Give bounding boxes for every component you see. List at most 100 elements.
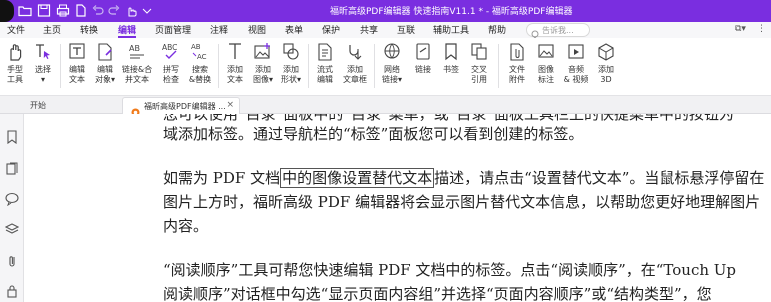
spell-check-button[interactable]: ABC 拼写 检查	[158, 41, 184, 93]
new-doc-icon[interactable]	[74, 3, 88, 18]
menu-view[interactable]: 视图	[248, 23, 266, 36]
add-article-box-button[interactable]: 添加 文章框	[340, 41, 370, 93]
flow-edit-icon	[315, 41, 335, 63]
menu-file[interactable]: 文件	[7, 23, 25, 36]
audio-video-button[interactable]: 音频 & 视频	[562, 41, 590, 93]
ribbon-separator	[60, 44, 61, 88]
app-window: 福昕高级PDF编辑器 快速指南V11.1 * - 福昕高级PDF编辑器 文件 主…	[0, 0, 771, 302]
menu-connect[interactable]: 互联	[397, 23, 415, 36]
select-text-icon	[33, 41, 53, 63]
bookmark-icon	[441, 41, 461, 63]
close-icon[interactable]: ×	[226, 100, 234, 110]
file-attachment-icon	[507, 41, 527, 63]
menu-edit[interactable]: 编辑	[118, 23, 136, 36]
hand-tool-button[interactable]: 手型 工具	[2, 41, 28, 93]
search-placeholder: 告诉我...	[542, 26, 574, 35]
ribbon-separator	[308, 44, 309, 88]
menu-bar: 文件 主页 转换 编辑 页面管理 注释 视图 表单 保护 共享 互联 辅助工具 …	[0, 22, 771, 39]
app-logo[interactable]	[0, 0, 14, 22]
web-link-icon	[382, 41, 402, 63]
bookmark-button[interactable]: 书签	[438, 41, 464, 93]
lightbulb-icon	[530, 25, 540, 39]
cross-reference-icon	[469, 41, 489, 63]
edit-text-icon	[67, 41, 87, 63]
navigation-panel	[0, 114, 24, 302]
search-replace-button[interactable]: AB AC 搜索 &替换	[186, 41, 214, 93]
menu-comment[interactable]: 注释	[210, 23, 228, 36]
add-image-icon	[253, 41, 273, 63]
paragraph-line: 内容。	[163, 217, 209, 235]
menu-protect[interactable]: 保护	[322, 23, 340, 36]
svg-text:AC: AC	[197, 53, 207, 61]
select-tool-button[interactable]: 选择 ▾	[30, 41, 56, 93]
selected-text-box[interactable]: 中的图像设置替代文本	[280, 168, 435, 188]
image-annotation-icon	[536, 41, 556, 63]
search-input[interactable]: 告诉我...	[526, 23, 590, 39]
menu-page-management[interactable]: 页面管理	[155, 23, 191, 36]
spell-check-icon: ABC	[161, 41, 181, 63]
add-text-button[interactable]: 添加 文本	[222, 41, 248, 93]
audio-video-icon	[566, 41, 586, 63]
dropdown-icon[interactable]	[140, 3, 154, 18]
document-tab-strip: 开始 福昕高级PDF编辑器 ... ×	[0, 96, 771, 117]
menu-help[interactable]: 帮助	[488, 23, 506, 36]
web-link-button[interactable]: 网络 链接▾	[378, 41, 406, 93]
paragraph-line: 图片上方时，福昕高级 PDF 编辑器将会显示图片替代文本信息，以帮助您更好地理解…	[163, 193, 761, 211]
edit-object-button[interactable]: 编辑 对象▾	[92, 41, 118, 93]
ribbon-separator	[498, 44, 499, 88]
ribbon-toolbar: 手型 工具 选择 ▾ 编辑 文本 编辑 对象▾ AB 链接&合 并文本 ABC …	[0, 38, 771, 96]
menu-share[interactable]: 共享	[360, 23, 378, 36]
edit-text-button[interactable]: 编辑 文本	[64, 41, 90, 93]
cross-reference-button[interactable]: 交叉 引用	[466, 41, 492, 93]
menu-home[interactable]: 主页	[43, 23, 61, 36]
save-icon[interactable]	[37, 3, 51, 18]
ribbon-separator	[218, 44, 219, 88]
collapse-ribbon-icon[interactable]: ⧉▾	[735, 24, 746, 34]
hand-icon	[5, 41, 25, 63]
add-text-icon	[225, 41, 245, 63]
add-shape-button[interactable]: 添加 形状▾	[278, 41, 304, 93]
menu-form[interactable]: 表单	[285, 23, 303, 36]
bookmark-panel-icon[interactable]	[5, 130, 19, 144]
svg-text:AB: AB	[129, 44, 140, 53]
add-3d-icon	[596, 41, 616, 63]
hand-cursor-icon[interactable]	[124, 3, 138, 18]
menu-convert[interactable]: 转换	[80, 23, 98, 36]
attachments-panel-icon[interactable]	[5, 254, 19, 268]
undo-icon[interactable]	[91, 3, 105, 18]
flow-edit-button[interactable]: 流式 编辑	[312, 41, 338, 93]
tab-start[interactable]: 开始	[30, 100, 46, 111]
paragraph-line: 域添加标签。通过导航栏的“标签”面板您可以看到创建的标签。	[163, 125, 584, 143]
paragraph-line-cut: 您可以使用“目录”面板中的“目录”菜单，或“目录”面板工具栏上的快捷菜单中的按钮…	[163, 114, 735, 123]
foxit-logo-icon	[131, 102, 140, 117]
redo-icon[interactable]	[107, 3, 121, 18]
tab-document[interactable]: 福昕高级PDF编辑器 ... ×	[122, 97, 240, 117]
pages-panel-icon[interactable]	[5, 162, 19, 176]
image-annotation-button[interactable]: 图像 标注	[533, 41, 559, 93]
comments-panel-icon[interactable]	[5, 192, 19, 206]
link-merge-text-icon: AB	[127, 41, 147, 63]
window-title: 福昕高级PDF编辑器 快速指南V11.1 * - 福昕高级PDF编辑器	[330, 7, 573, 17]
search-replace-icon: AB AC	[190, 41, 210, 63]
add-image-button[interactable]: 添加 图像▾	[250, 41, 276, 93]
menu-accessibility[interactable]: 辅助工具	[433, 23, 469, 36]
paragraph-line: 阅读顺序”对话框中勾选“显示页面内容组”并选择“页面内容顺序”或“结构类型”，您	[163, 285, 712, 302]
edit-object-icon	[95, 41, 115, 63]
security-panel-icon[interactable]	[5, 284, 19, 298]
link-merge-text-button[interactable]: AB 链接&合 并文本	[120, 41, 154, 93]
print-icon[interactable]	[56, 3, 70, 18]
paragraph-line: “阅读顺序”工具可帮您快速编辑 PDF 文档中的标签。点击“阅读顺序”，在“To…	[163, 261, 737, 279]
link-icon	[413, 41, 433, 63]
document-page[interactable]: 您可以使用“目录”面板中的“目录”菜单，或“目录”面板工具栏上的快捷菜单中的按钮…	[25, 114, 771, 302]
file-attachment-button[interactable]: 文件 附件	[504, 41, 530, 93]
folder-icon[interactable]	[18, 3, 32, 18]
layers-panel-icon[interactable]	[5, 222, 19, 236]
tab-document-label: 福昕高级PDF编辑器 ...	[144, 102, 226, 111]
more-icon[interactable]: ⋮	[757, 24, 766, 34]
add-3d-button[interactable]: 添加 3D	[593, 41, 619, 93]
add-shape-icon	[281, 41, 301, 63]
ribbon-separator	[374, 44, 375, 88]
svg-text:AB: AB	[191, 43, 201, 51]
link-button[interactable]: 链接	[410, 41, 436, 93]
article-box-icon	[345, 41, 365, 63]
